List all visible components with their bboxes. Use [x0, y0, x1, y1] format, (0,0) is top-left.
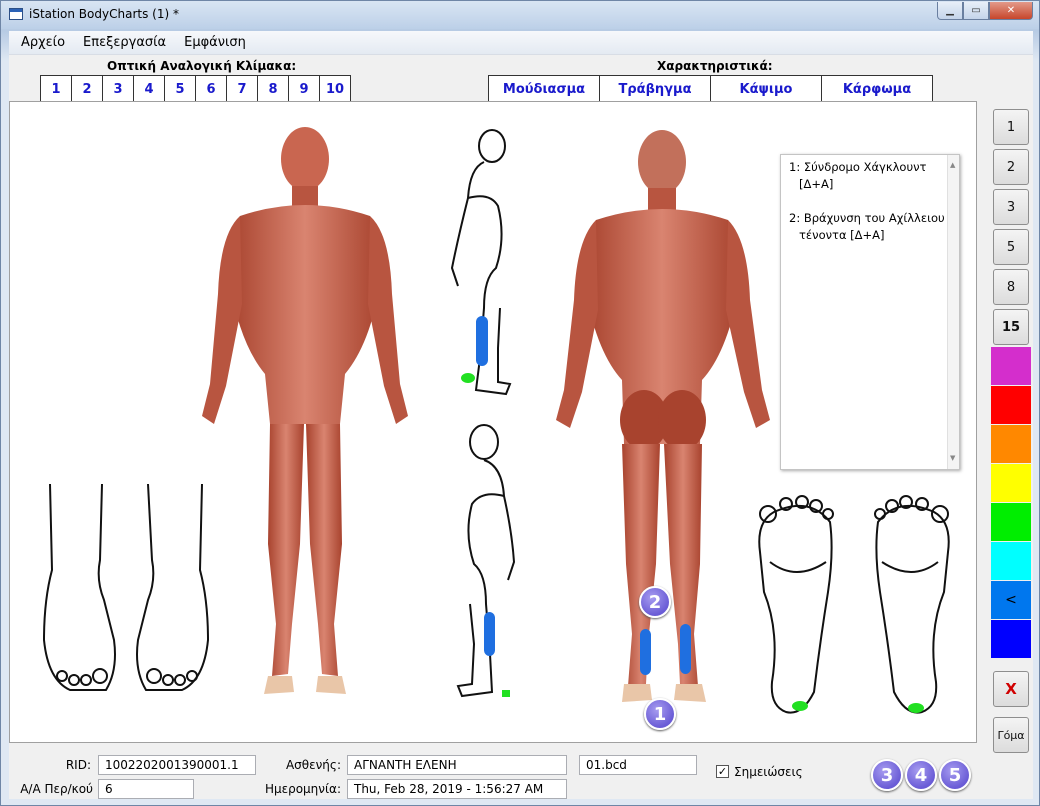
characteristics-bar: Μούδιασμα Τράβηγμα Κάψιμο Κάρφωμα: [488, 75, 933, 103]
marker-4[interactable]: 4: [905, 759, 937, 791]
note-1-line2: [Δ+Α]: [799, 177, 834, 191]
title-bar: iStation BodyCharts (1) * ▁ ▭ ✕: [1, 1, 1039, 29]
patient-label: Ασθενής:: [285, 758, 341, 772]
body-chart-canvas[interactable]: 1: Σύνδρομο Χάγκλουντ [Δ+Α] 2: Βράχυνση …: [9, 101, 977, 743]
note-1: 1: Σύνδρομο Χάγκλουντ [Δ+Α]: [789, 159, 945, 193]
scale-button-6[interactable]: 6: [195, 75, 227, 103]
palette-green[interactable]: [991, 503, 1031, 541]
file-field[interactable]: 01.bcd: [579, 755, 697, 775]
menu-file[interactable]: Αρχείο: [15, 35, 77, 50]
soles-outline: [758, 495, 950, 714]
pain-scale: 1 2 3 4 5 6 7 8 9 10: [40, 75, 351, 103]
scroll-down-icon[interactable]: ▼: [950, 450, 955, 467]
notes-panel[interactable]: 1: Σύνδρομο Χάγκλουντ [Δ+Α] 2: Βράχυνση …: [780, 154, 960, 470]
char-burning-button[interactable]: Κάψιμο: [710, 75, 822, 103]
minimize-button[interactable]: ▁: [937, 2, 963, 20]
side-body-figure-top: [450, 129, 512, 396]
palette-cyan[interactable]: [991, 542, 1031, 580]
visit-field[interactable]: 6: [98, 779, 194, 799]
feet-front-outline: [42, 483, 210, 691]
scale-button-10[interactable]: 10: [319, 75, 351, 103]
note-2-line1: 2: Βράχυνση του Αχίλλειου: [789, 211, 945, 225]
palette-magenta[interactable]: [991, 347, 1031, 385]
char-numbness-button[interactable]: Μούδιασμα: [488, 75, 600, 103]
scale-button-7[interactable]: 7: [226, 75, 258, 103]
visit-label: Α/Α Περ/κού: [20, 782, 93, 796]
marker-2[interactable]: 2: [639, 586, 671, 618]
menu-edit[interactable]: Επεξεργασία: [77, 35, 178, 50]
app-window: iStation BodyCharts (1) * ▁ ▭ ✕ Αρχείο Ε…: [0, 0, 1040, 806]
patient-field[interactable]: ΑΓΝΑΝΤΗ ΕΛΕΝΗ: [347, 755, 567, 775]
close-button[interactable]: ✕: [989, 2, 1033, 20]
app-icon: [9, 8, 23, 20]
brush-size-8-button[interactable]: 8: [993, 269, 1029, 305]
char-stabbing-button[interactable]: Κάρφωμα: [821, 75, 933, 103]
scale-button-8[interactable]: 8: [257, 75, 289, 103]
menu-view[interactable]: Εμφάνιση: [178, 35, 258, 50]
brush-size-5-button[interactable]: 5: [993, 229, 1029, 265]
brush-size-15-button[interactable]: 15: [993, 309, 1029, 345]
scale-button-5[interactable]: 5: [164, 75, 196, 103]
note-1-line1: 1: Σύνδρομο Χάγκλουντ: [789, 160, 927, 174]
palette-orange[interactable]: [991, 425, 1031, 463]
notes-checkbox-label: Σημειώσεις: [734, 765, 803, 779]
date-label: Ημερομηνία:: [264, 782, 341, 796]
rid-field[interactable]: 1002202001390001.1: [98, 755, 256, 775]
scale-button-9[interactable]: 9: [288, 75, 320, 103]
notes-scrollbar[interactable]: ▲ ▼: [947, 155, 959, 469]
brush-size-2-button[interactable]: 2: [993, 149, 1029, 185]
date-field[interactable]: Thu, Feb 28, 2019 - 1:56:27 AM: [347, 779, 567, 799]
palette-yellow[interactable]: [991, 464, 1031, 502]
eraser-button[interactable]: Γόμα: [993, 717, 1029, 753]
marker-3[interactable]: 3: [871, 759, 903, 791]
palette-red[interactable]: [991, 386, 1031, 424]
brush-size-1-button[interactable]: 1: [993, 109, 1029, 145]
maximize-button[interactable]: ▭: [963, 2, 989, 20]
brush-size-3-button[interactable]: 3: [993, 189, 1029, 225]
clear-button[interactable]: X: [993, 671, 1029, 707]
scale-button-1[interactable]: 1: [40, 75, 72, 103]
client-area: Αρχείο Επεξεργασία Εμφάνιση Οπτική Αναλο…: [9, 31, 1033, 799]
scale-button-4[interactable]: 4: [133, 75, 165, 103]
rid-label: RID:: [65, 758, 91, 772]
window-title: iStation BodyCharts (1) *: [29, 7, 179, 21]
note-2-line2: τένοντα [Δ+Α]: [799, 228, 885, 242]
menu-bar: Αρχείο Επεξεργασία Εμφάνιση: [9, 31, 1033, 55]
notes-checkbox[interactable]: ✓: [716, 765, 729, 778]
scroll-up-icon[interactable]: ▲: [950, 157, 955, 174]
char-pulling-button[interactable]: Τράβηγμα: [599, 75, 711, 103]
scale-button-3[interactable]: 3: [102, 75, 134, 103]
palette-light-blue[interactable]: <: [991, 581, 1031, 619]
characteristics-title: Χαρακτηριστικά:: [657, 59, 773, 73]
palette-blue[interactable]: [991, 620, 1031, 658]
marker-1[interactable]: 1: [644, 698, 676, 730]
marker-5[interactable]: 5: [939, 759, 971, 791]
scale-title: Οπτική Αναλογική Κλίμακα:: [107, 59, 297, 73]
scale-button-2[interactable]: 2: [71, 75, 103, 103]
side-body-figure-bottom: [456, 424, 516, 698]
note-2: 2: Βράχυνση του Αχίλλειου τένοντα [Δ+Α]: [789, 210, 945, 244]
